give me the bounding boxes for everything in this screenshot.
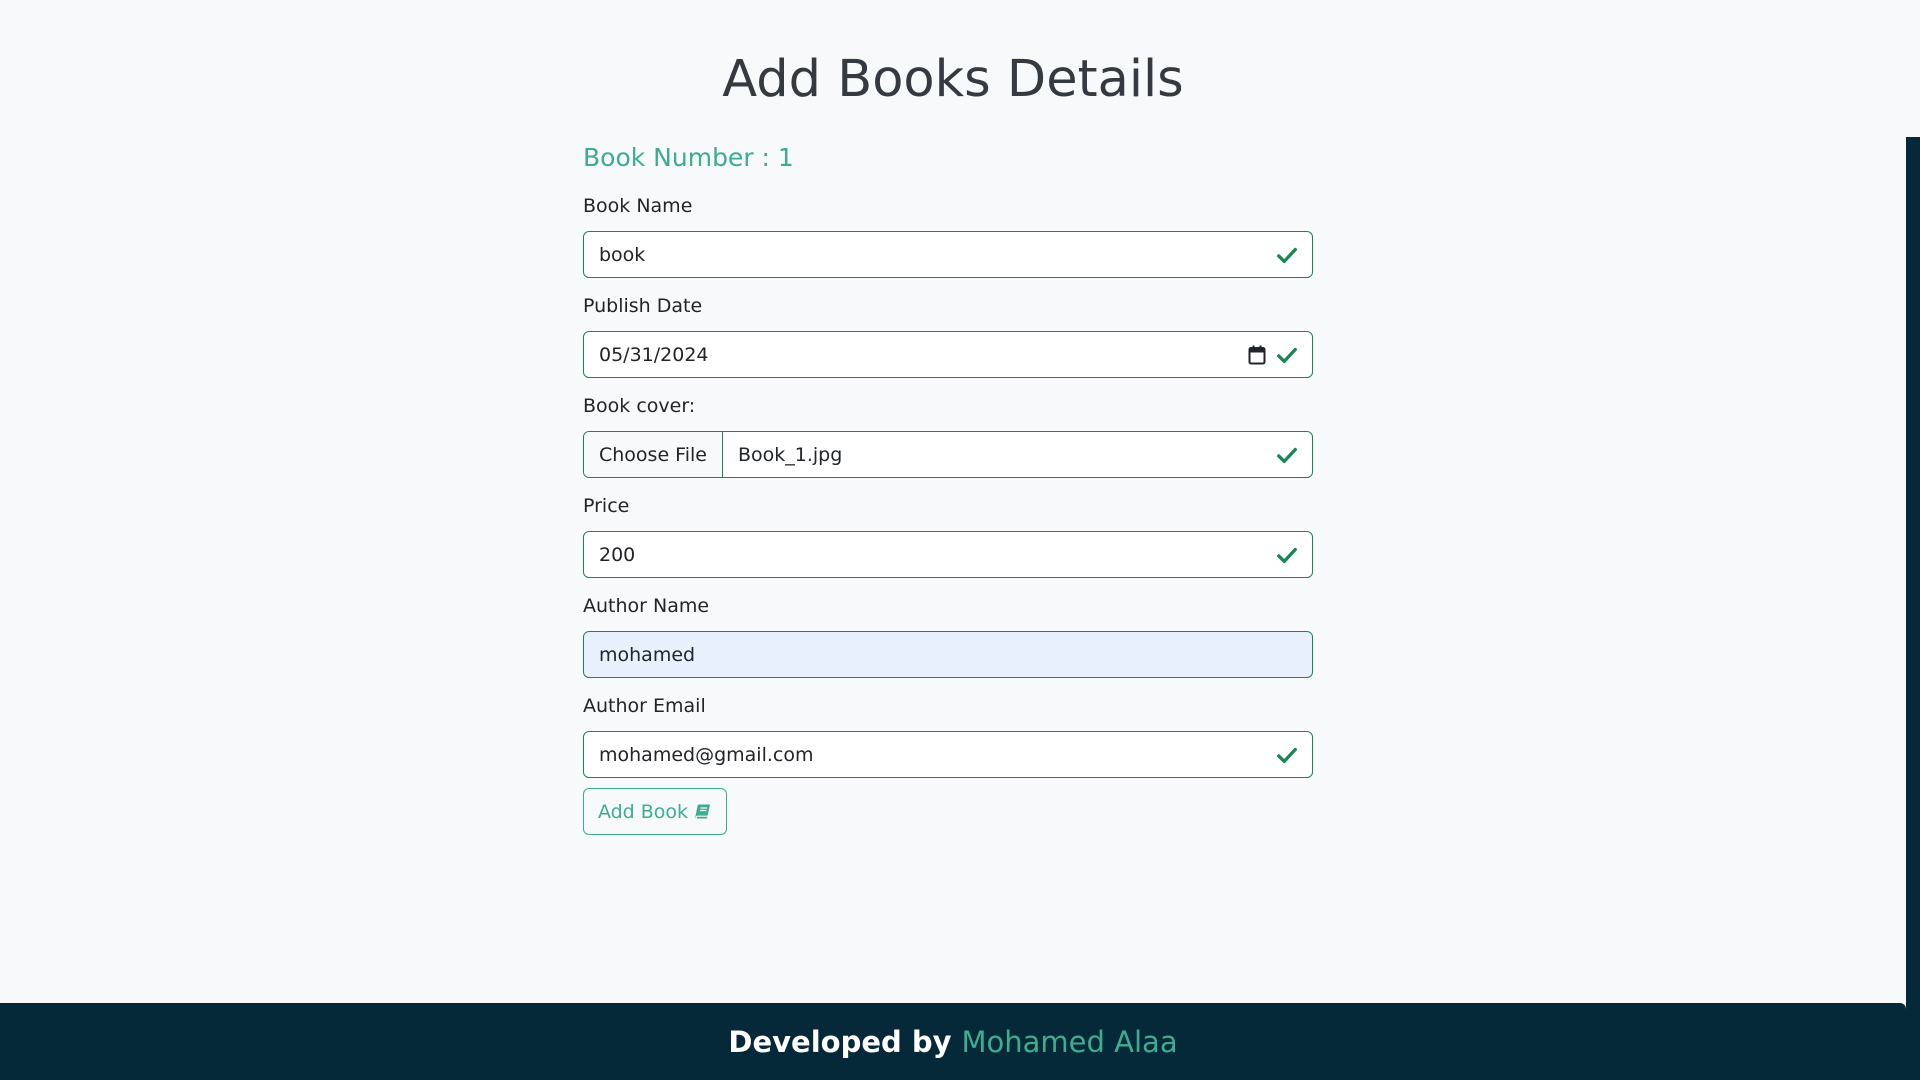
- book-cover-label: Book cover:: [583, 395, 696, 417]
- book-cover-file-input[interactable]: Choose File Book_1.jpg: [583, 431, 1313, 478]
- page-scrollbar[interactable]: [1906, 137, 1920, 1080]
- check-icon: [1277, 347, 1297, 364]
- book-name-value: book: [599, 243, 646, 266]
- author-email-value: mohamed@gmail.com: [599, 743, 814, 766]
- author-name-input[interactable]: mohamed: [583, 631, 1313, 678]
- add-book-button-label: Add Book: [597, 800, 689, 823]
- publish-date-value: 05/31/2024: [599, 343, 709, 366]
- page-title: Add Books Details: [722, 50, 1184, 109]
- add-book-button[interactable]: Add Book: [583, 788, 727, 835]
- book-icon: [695, 804, 711, 819]
- calendar-icon[interactable]: [1248, 345, 1266, 365]
- author-email-label: Author Email: [583, 695, 706, 717]
- selected-file-name: Book_1.jpg: [737, 443, 843, 466]
- author-name-label: Author Name: [583, 595, 710, 617]
- book-name-label: Book Name: [583, 195, 693, 217]
- book-name-input[interactable]: book: [583, 231, 1313, 278]
- footer: Developed by Mohamed Alaa: [0, 1003, 1906, 1080]
- price-label: Price: [583, 495, 630, 517]
- publish-date-input[interactable]: 05/31/2024: [583, 331, 1313, 378]
- check-icon: [1277, 247, 1297, 264]
- footer-developed-by: Developed by: [728, 1024, 952, 1059]
- price-input[interactable]: 200: [583, 531, 1313, 578]
- author-name-value: mohamed: [599, 643, 696, 666]
- author-email-input[interactable]: mohamed@gmail.com: [583, 731, 1313, 778]
- check-icon: [1277, 747, 1297, 764]
- footer-author-name: Mohamed Alaa: [961, 1024, 1178, 1059]
- check-icon: [1277, 447, 1297, 464]
- price-value: 200: [599, 543, 636, 566]
- add-book-form: Book Number : 1 Book Name book Publish D…: [583, 134, 1313, 835]
- choose-file-button[interactable]: Choose File: [584, 432, 723, 477]
- book-number-heading: Book Number : 1: [583, 143, 794, 172]
- publish-date-label: Publish Date: [583, 295, 703, 317]
- check-icon: [1277, 547, 1297, 564]
